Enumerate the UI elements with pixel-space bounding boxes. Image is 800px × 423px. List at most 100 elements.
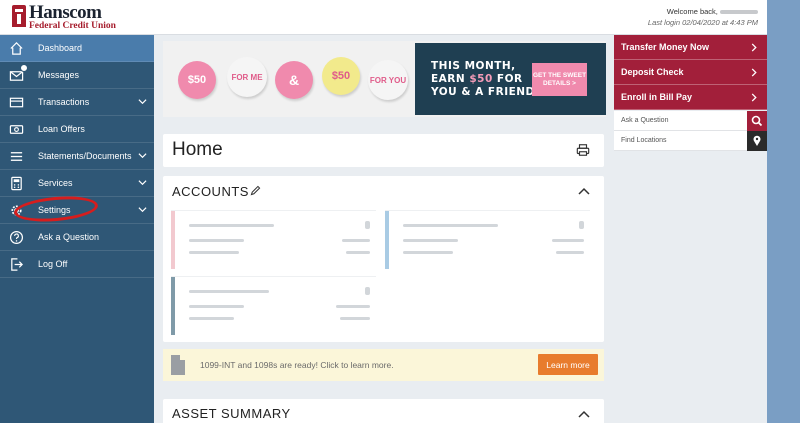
browser-background-strip [767,0,800,423]
available-value-redacted [346,251,370,254]
sidebar-item-label: Services [38,178,73,188]
quick-action-label: Transfer Money Now [621,42,710,52]
promo-banner[interactable]: $50 FOR ME & $50 FOR YOU THIS MONTH, EAR… [163,41,606,117]
sidebar-item-messages[interactable]: Messages [0,62,154,89]
promo-amount: $50 [469,73,493,85]
heart-candy: & [275,61,313,99]
get-details-button[interactable]: GET THE SWEET DETAILS > [532,63,587,96]
accounts-title: ACCOUNTS [172,184,249,199]
logo-mark-icon [12,5,26,27]
balance-label-redacted [403,239,458,242]
sidebar-item-label: Log Off [38,259,68,269]
balance-label-redacted [189,305,244,308]
promo-for: FOR [492,73,523,85]
home-icon [10,42,23,55]
promo-line-1: THIS MONTH, [431,60,516,72]
find-locations-link[interactable]: Find Locations [614,131,767,151]
hanscom-logo[interactable]: Hanscom Federal Credit Union [12,2,116,33]
app-header: Hanscom Federal Credit Union Welcome bac… [0,0,767,35]
balance-value-redacted [342,239,370,242]
sidebar-item-services[interactable]: Services [0,170,154,197]
side-link-label: Find Locations [621,137,667,144]
sidebar-item-log-off[interactable]: Log Off [0,251,154,278]
transfer-money-button[interactable]: Transfer Money Now [614,35,767,60]
heart-candy: FOR YOU [368,60,408,100]
sidebar-item-label: Dashboard [38,43,83,53]
deposit-check-button[interactable]: Deposit Check [614,60,767,85]
sidebar-item-label: Ask a Question [38,232,100,242]
welcome-message: Welcome back, [667,7,758,16]
account-color-bar [385,211,389,269]
heart-candy: $50 [322,57,360,95]
sidebar-item-transactions[interactable]: Transactions [0,89,154,116]
promo-line-2: EARN $50 FOR [431,73,535,86]
tax-docs-notice[interactable]: 1099-INT and 1098s are ready! Click to l… [163,349,604,381]
chevron-up-icon[interactable] [578,187,590,195]
account-color-bar [171,277,175,335]
home-header-card: Home [163,134,604,167]
balance-label-redacted [189,239,244,242]
account-menu-redacted [365,221,370,229]
sidebar-item-label: Loan Offers [38,124,85,134]
sidebar: Dashboard Messages Transactions Loan Off… [0,35,154,423]
sidebar-item-label: Statements/Documents [38,151,132,161]
promo-panel: THIS MONTH, EARN $50 FOR YOU & A FRIEND … [415,43,606,115]
sidebar-item-dashboard[interactable]: Dashboard [0,35,154,62]
logout-icon [11,258,23,271]
quick-action-label: Enroll in Bill Pay [621,92,693,102]
sidebar-item-label: Messages [38,70,80,80]
available-label-redacted [189,317,234,320]
learn-more-button[interactable]: Learn more [538,354,598,375]
quick-actions-panel: Transfer Money Now Deposit Check Enroll … [614,35,767,423]
account-menu-redacted [365,287,370,295]
welcome-text: Welcome back, [666,7,718,16]
account-color-bar [171,211,175,269]
edit-pencil-icon[interactable] [249,184,262,197]
search-icon [751,115,763,127]
list-icon [10,152,23,161]
account-name-redacted [189,290,269,293]
print-icon[interactable] [576,143,590,157]
question-icon [9,230,24,245]
sidebar-item-loan-offers[interactable]: Loan Offers [0,116,154,143]
account-tile[interactable] [385,210,590,269]
chevron-right-icon [751,68,757,77]
asset-summary-title: ASSET SUMMARY [172,406,291,421]
heart-candy: $50 [178,61,216,99]
account-menu-redacted [579,221,584,229]
last-login: Last login 02/04/2020 at 4:43 PM [647,18,758,27]
quick-action-label: Deposit Check [621,67,684,77]
available-value-redacted [340,317,370,320]
sidebar-item-ask-question[interactable]: Ask a Question [0,224,154,251]
money-icon [9,125,24,134]
sidebar-item-statements[interactable]: Statements/Documents [0,143,154,170]
promo-line-3: YOU & A FRIEND [431,86,535,98]
logo-subtitle: Federal Credit Union [29,21,116,31]
sidebar-item-label: Transactions [38,97,90,107]
location-pin-icon [753,135,761,146]
notice-text: 1099-INT and 1098s are ready! Click to l… [200,360,394,370]
card-icon [9,97,24,108]
chevron-down-icon [138,207,147,213]
heart-candy: FOR ME [227,57,267,97]
account-tile[interactable] [171,276,376,335]
user-name-redacted [720,10,758,15]
search-button[interactable] [747,111,767,131]
ask-question-link[interactable]: Ask a Question [614,111,767,131]
account-name-redacted [189,224,274,227]
candy-hearts-image: $50 FOR ME & $50 FOR YOU [163,41,415,117]
chevron-right-icon [751,93,757,102]
calculator-icon [11,176,22,191]
promo-text: THIS MONTH, EARN $50 FOR YOU & A FRIEND [431,60,535,99]
available-label-redacted [403,251,453,254]
account-tile[interactable] [171,210,376,269]
page-title: Home [172,139,223,160]
asset-summary-card: ASSET SUMMARY [163,399,604,423]
chevron-down-icon [138,99,147,105]
accounts-card: ACCOUNTS [163,176,604,342]
account-name-redacted [403,224,498,227]
locations-button[interactable] [747,131,767,151]
main-content: $50 FOR ME & $50 FOR YOU THIS MONTH, EAR… [154,35,614,423]
chevron-up-icon[interactable] [578,410,590,418]
enroll-bill-pay-button[interactable]: Enroll in Bill Pay [614,85,767,110]
